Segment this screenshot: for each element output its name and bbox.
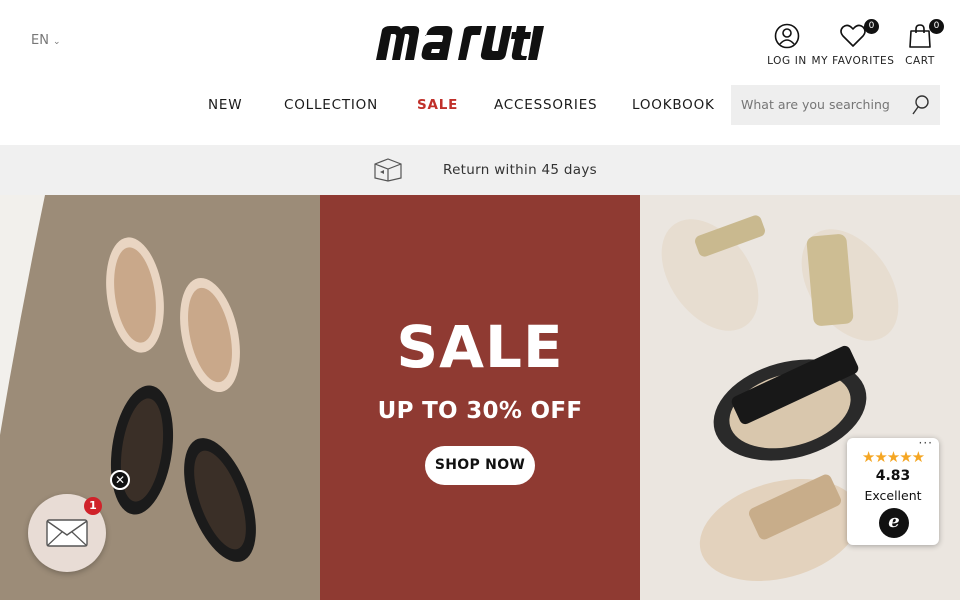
favorites-link[interactable]: 0 MY FAVORITES bbox=[811, 19, 895, 67]
hero-sale-panel: SALE UP TO 30% OFF SHOP NOW bbox=[320, 195, 640, 600]
chevron-down-icon: ⌄ bbox=[52, 36, 61, 47]
hero-subtitle: UP TO 30% OFF bbox=[377, 398, 583, 424]
rating-score: 4.83 bbox=[875, 468, 911, 484]
site-header: EN ⌄ LOG IN 0 MY FAVORITES 0 CART NEW CO… bbox=[0, 0, 960, 145]
hero-title: SALE bbox=[396, 313, 564, 381]
nav-item-sale[interactable]: SALE bbox=[417, 97, 458, 113]
search-icon[interactable] bbox=[911, 94, 931, 120]
shopping-bag-icon: 0 bbox=[908, 19, 944, 50]
search-input[interactable] bbox=[741, 97, 891, 112]
login-link[interactable]: LOG IN bbox=[766, 22, 808, 67]
cart-label: CART bbox=[905, 55, 935, 67]
usp-bar: Return within 45 days bbox=[0, 145, 960, 195]
favorites-count-badge: 0 bbox=[864, 19, 879, 34]
rating-stars: ★★★★★ bbox=[861, 448, 925, 466]
hero-banner[interactable]: SALE UP TO 30% OFF SHOP NOW bbox=[0, 195, 960, 600]
trusted-shops-logo: e bbox=[879, 508, 909, 538]
envelope-icon bbox=[46, 519, 88, 551]
nav-item-lookbook[interactable]: LOOKBOOK bbox=[632, 97, 715, 113]
cart-link[interactable]: 0 CART bbox=[900, 19, 944, 67]
language-label: EN bbox=[31, 33, 49, 48]
heart-icon: 0 bbox=[839, 19, 879, 50]
close-icon[interactable]: ✕ bbox=[110, 470, 130, 490]
nav-item-new[interactable]: NEW bbox=[208, 97, 242, 113]
site-logo[interactable] bbox=[374, 24, 546, 62]
trust-rating-widget[interactable]: ··· ★★★★★ 4.83 Excellent e bbox=[847, 436, 939, 545]
chat-notification-badge: 1 bbox=[84, 497, 102, 515]
return-policy-text: Return within 45 days bbox=[443, 162, 597, 178]
nav-item-collection[interactable]: COLLECTION bbox=[284, 97, 378, 113]
box-return-icon bbox=[372, 158, 404, 186]
nav-item-accessories[interactable]: ACCESSORIES bbox=[494, 97, 597, 113]
favorites-label: MY FAVORITES bbox=[811, 55, 895, 67]
maruti-logo-icon bbox=[376, 26, 544, 60]
search-box bbox=[731, 85, 940, 125]
language-selector[interactable]: EN ⌄ bbox=[31, 33, 61, 48]
login-label: LOG IN bbox=[767, 55, 807, 67]
user-circle-icon bbox=[774, 22, 800, 50]
shop-now-button[interactable]: SHOP NOW bbox=[425, 446, 535, 485]
rating-label: Excellent bbox=[864, 488, 922, 503]
cart-count-badge: 0 bbox=[929, 19, 944, 34]
